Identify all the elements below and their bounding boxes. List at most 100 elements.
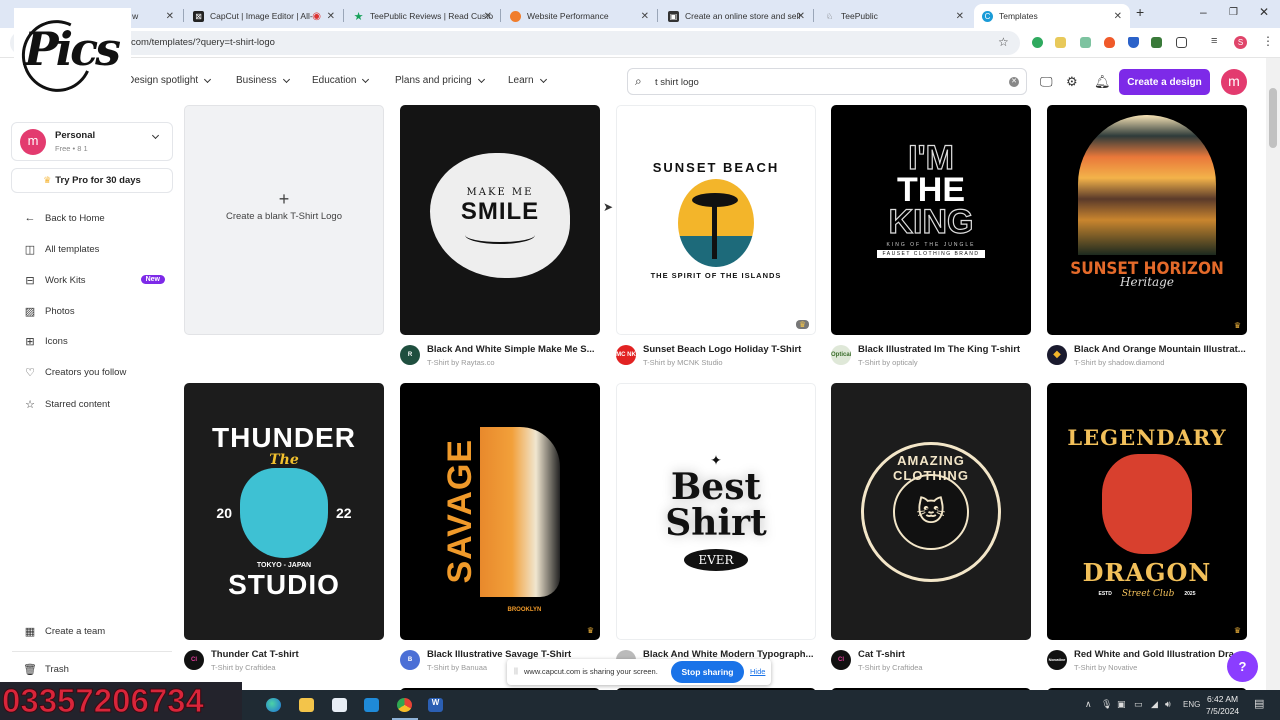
wifi-icon[interactable]: ◢ bbox=[1151, 699, 1158, 710]
stop-sharing-button[interactable]: Stop sharing bbox=[671, 661, 744, 683]
close-icon[interactable]: ✕ bbox=[166, 11, 174, 22]
sidebar-item-starred-content[interactable]: ☆ Starred content bbox=[22, 396, 167, 412]
creator-avatar[interactable]: ◆ bbox=[1047, 345, 1067, 365]
help-button[interactable]: ? bbox=[1227, 651, 1258, 682]
gear-icon[interactable]: ⚙ bbox=[1066, 74, 1078, 90]
template-thumbnail[interactable]: MAKE ME SMILE bbox=[400, 105, 600, 335]
template-creator[interactable]: T-Shirt by shadow.diamond bbox=[1074, 358, 1164, 367]
nav-plans-and-pricing[interactable]: Plans and pricing bbox=[395, 75, 485, 86]
creator-avatar[interactable]: MC NK bbox=[616, 345, 636, 365]
restore-icon[interactable]: ❐ bbox=[1229, 7, 1238, 18]
user-avatar[interactable]: m bbox=[1221, 69, 1247, 95]
clear-search-icon[interactable]: ✕ bbox=[1009, 77, 1019, 87]
microphone-icon[interactable]: 🎙︎ bbox=[1101, 699, 1112, 710]
browser-tab[interactable]: ★ TeePublic Reviews | Read Custo ✕ bbox=[345, 4, 500, 28]
create-design-button[interactable]: Create a design bbox=[1119, 69, 1210, 95]
nav-learn[interactable]: Learn bbox=[508, 75, 547, 86]
battery-icon[interactable]: ▭ bbox=[1134, 699, 1143, 710]
close-icon[interactable]: ✕ bbox=[797, 11, 805, 22]
template-thumbnail[interactable]: ✦ Best Shirt EVER bbox=[616, 383, 816, 640]
template-title[interactable]: Black And Orange Mountain Illustrat... bbox=[1074, 344, 1264, 355]
sidebar-item-back-to-home[interactable]: ← Back to Home bbox=[22, 210, 167, 226]
browser-tab[interactable]: ⊠ CapCut | Image Editor | All- ◉ ✕ bbox=[185, 4, 343, 28]
creator-avatar[interactable]: CI bbox=[831, 650, 851, 670]
template-thumbnail[interactable]: SAVAGE BROOKLYN ♛ bbox=[400, 383, 600, 640]
close-icon[interactable]: ✕ bbox=[956, 11, 964, 22]
creator-avatar[interactable]: CI bbox=[184, 650, 204, 670]
template-thumbnail[interactable]: LEGENDARY DRAGON ESTD Street Club 2025 ♛ bbox=[1047, 383, 1247, 640]
bell-icon[interactable]: 🔔︎ bbox=[1094, 74, 1111, 90]
template-thumbnail[interactable]: I'M THE KING KING OF THE JUNGLE FAUSET C… bbox=[831, 105, 1031, 335]
file-explorer-icon[interactable] bbox=[299, 698, 314, 712]
template-title[interactable]: Cat T-shirt bbox=[858, 649, 1048, 660]
template-thumbnail[interactable]: THUNDER The 20 22 TOKYO - JAPAN STUDIO bbox=[184, 383, 384, 640]
browser-tab[interactable]: ♘ TeePublic ✕ bbox=[816, 4, 972, 28]
drag-handle-icon[interactable]: || bbox=[514, 666, 518, 675]
sidebar-item-icons[interactable]: ⊞ Icons bbox=[22, 333, 167, 349]
try-pro-button[interactable]: ♛ Try Pro for 30 days bbox=[11, 168, 173, 193]
template-thumbnail[interactable]: AMAZING CLOTHING 🐱︎ bbox=[831, 383, 1031, 640]
browser-tab[interactable]: Website Performance ✕ bbox=[502, 4, 657, 28]
template-title[interactable]: Black And White Simple Make Me S... bbox=[427, 344, 617, 355]
template-thumbnail[interactable]: SUNSET BEACH THE SPIRIT OF THE ISLANDS ♛ bbox=[616, 105, 816, 335]
extension-icon[interactable] bbox=[1080, 37, 1091, 48]
creator-avatar[interactable]: R bbox=[400, 345, 420, 365]
url-field[interactable]: com/templates/?query=t-shirt-logo bbox=[10, 31, 1020, 55]
notifications-icon[interactable]: ▤ bbox=[1254, 697, 1264, 710]
sidebar-item-trash[interactable]: 🗑︎ Trash bbox=[22, 661, 167, 677]
close-icon[interactable]: ✕ bbox=[484, 11, 492, 22]
browser-tab-active[interactable]: C Templates ✕ bbox=[974, 4, 1130, 28]
extension-icon[interactable] bbox=[1104, 37, 1115, 48]
close-icon[interactable]: ✕ bbox=[327, 11, 335, 22]
minimize-icon[interactable]: – bbox=[1200, 5, 1207, 19]
reading-list-icon[interactable]: ≡ bbox=[1211, 35, 1217, 47]
browser-menu-icon[interactable]: ⋮ bbox=[1262, 34, 1274, 48]
sidebar-item-creators-you-follow[interactable]: ♡ Creators you follow bbox=[22, 364, 167, 380]
creator-avatar[interactable]: Opticaly bbox=[831, 345, 851, 365]
sidebar-item-work-kits[interactable]: ⊟ Work Kits New bbox=[22, 272, 167, 288]
scrollbar-thumb[interactable] bbox=[1269, 88, 1277, 148]
search-input[interactable] bbox=[655, 74, 995, 90]
template-title[interactable]: Black Illustrated Im The King T-shirt bbox=[858, 344, 1048, 355]
close-icon[interactable]: ✕ bbox=[1114, 11, 1122, 22]
template-creator[interactable]: T-Shirt by Novative bbox=[1074, 663, 1137, 672]
edge-icon[interactable] bbox=[266, 698, 281, 712]
create-blank-card[interactable]: + Create a blank T-Shirt Logo bbox=[184, 105, 384, 335]
close-icon[interactable]: ✕ bbox=[641, 11, 649, 22]
template-creator[interactable]: T-Shirt by Craftidea bbox=[858, 663, 923, 672]
creator-avatar[interactable]: B bbox=[400, 650, 420, 670]
browser-profile-avatar[interactable]: S bbox=[1234, 36, 1247, 49]
camera-icon[interactable]: ▣ bbox=[1117, 699, 1126, 710]
chrome-icon[interactable] bbox=[397, 698, 412, 712]
template-creator[interactable]: T-Shirt by Raytas.co bbox=[427, 358, 495, 367]
extension-icon[interactable] bbox=[1151, 37, 1162, 48]
template-title[interactable]: Sunset Beach Logo Holiday T-Shirt bbox=[643, 344, 833, 355]
tray-overflow-icon[interactable]: ∧ bbox=[1085, 699, 1092, 710]
new-tab-button[interactable]: + bbox=[1136, 4, 1144, 20]
template-creator[interactable]: T-Shirt by Craftidea bbox=[211, 663, 276, 672]
store-icon[interactable] bbox=[332, 698, 347, 712]
nav-business[interactable]: Business bbox=[236, 75, 290, 86]
sidebar-item-photos[interactable]: ▨ Photos bbox=[22, 303, 167, 319]
extensions-puzzle-icon[interactable] bbox=[1176, 37, 1187, 48]
extension-icon[interactable] bbox=[1055, 37, 1066, 48]
sidebar-item-all-templates[interactable]: ◫ All templates bbox=[22, 241, 167, 257]
page-scrollbar[interactable] bbox=[1266, 58, 1280, 690]
sidebar-item-create-a-team[interactable]: ▦ Create a team bbox=[22, 623, 167, 639]
hide-share-bar-link[interactable]: Hide bbox=[750, 667, 765, 676]
template-creator[interactable]: T-Shirt by Banuaa bbox=[427, 663, 487, 672]
extension-icon[interactable] bbox=[1032, 37, 1043, 48]
window-close-icon[interactable]: ✕ bbox=[1259, 5, 1269, 19]
template-creator[interactable]: T-Shirt by opticaly bbox=[858, 358, 918, 367]
creator-avatar[interactable]: Novative bbox=[1047, 650, 1067, 670]
bookmark-star-icon[interactable]: ☆ bbox=[998, 35, 1009, 49]
template-creator[interactable]: T-Shirt by MCNK Studio bbox=[643, 358, 723, 367]
mail-icon[interactable] bbox=[364, 698, 379, 712]
template-title[interactable]: Thunder Cat T-shirt bbox=[211, 649, 401, 660]
volume-icon[interactable]: 🔊︎ bbox=[1165, 699, 1171, 710]
desktop-app-icon[interactable]: 🖵 bbox=[1040, 74, 1053, 90]
nav-design-spotlight[interactable]: Design spotlight bbox=[127, 75, 212, 86]
browser-tab[interactable]: ▣ Create an online store and sell ✕ bbox=[660, 4, 813, 28]
nav-education[interactable]: Education bbox=[312, 75, 370, 86]
template-thumbnail[interactable]: SUNSET HORIZON Heritage ♛ bbox=[1047, 105, 1247, 335]
